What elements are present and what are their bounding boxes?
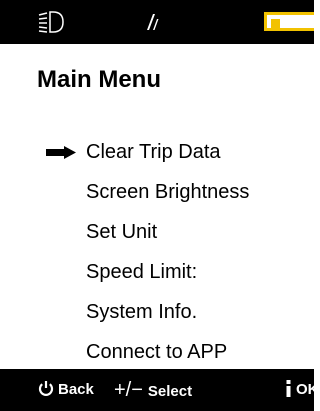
menu-item-connect-to-app[interactable]: Connect to APP [0,332,314,372]
menu-item-screen-brightness[interactable]: Screen Brightness [0,172,314,212]
ok-label: OK [296,381,314,398]
menu-item-label: Clear Trip Data [86,141,221,163]
battery-icon [264,12,314,31]
select-label: Select [147,383,193,400]
menu-item-label: System Info. [86,301,198,323]
main-menu-list: Clear Trip Data Screen Brightness Set Un… [0,132,314,372]
menu-item-label: Set Unit [86,221,158,243]
info-icon [286,380,291,397]
menu-item-label: Speed Limit: [86,261,198,283]
ebike-display-screen: Main Menu Clear Trip Data Screen Brightn… [0,0,314,411]
ok-hint[interactable]: OK [285,369,314,411]
button-hint-bar: Back +/− Select OK [0,369,314,411]
battery-level-fill [271,19,280,30]
menu-item-speed-limit[interactable]: Speed Limit: [0,252,314,292]
power-icon [38,381,54,396]
menu-item-set-unit[interactable]: Set Unit [0,212,314,252]
plus-minus-icon: +/− [114,379,143,401]
menu-item-system-info[interactable]: System Info. [0,292,314,332]
selection-arrow-icon [46,146,76,159]
menu-item-label: Connect to APP [86,341,228,363]
headlight-icon [38,11,64,33]
assist-level-icon [147,14,159,30]
menu-item-label: Screen Brightness [86,181,250,203]
status-bar [0,0,314,44]
menu-item-clear-trip-data[interactable]: Clear Trip Data [0,132,314,172]
select-hint[interactable]: +/− Select [114,369,192,411]
back-hint[interactable]: Back [38,369,94,411]
battery-outline [264,12,314,31]
back-label: Back [58,381,94,398]
page-title: Main Menu [37,66,161,93]
